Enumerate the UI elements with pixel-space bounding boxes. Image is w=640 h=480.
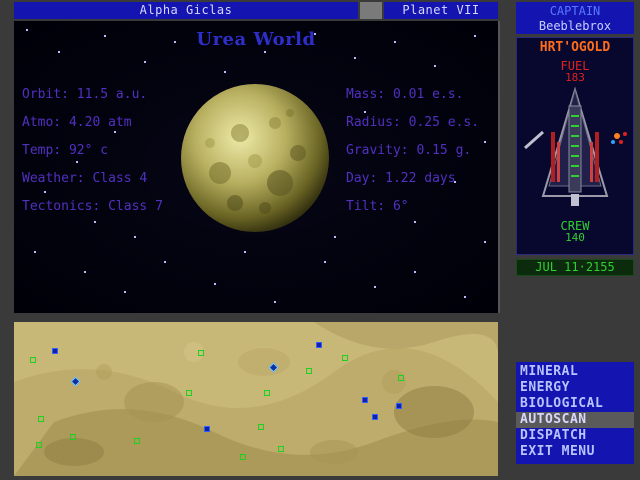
- lifeform-marker[interactable]: [316, 342, 322, 348]
- star: [484, 241, 486, 243]
- menu-item-mineral[interactable]: MINERAL: [516, 364, 634, 380]
- star: [484, 141, 486, 143]
- star: [76, 161, 78, 163]
- menu-item-biological[interactable]: BIOLOGICAL: [516, 396, 634, 412]
- scan-menu: MINERAL ENERGY BIOLOGICAL AUTOSCAN DISPA…: [516, 362, 634, 464]
- menu-item-exit[interactable]: EXIT MENU: [516, 444, 634, 460]
- star: [264, 51, 266, 53]
- star: [324, 261, 326, 263]
- star: [58, 51, 60, 53]
- menu-item-energy[interactable]: ENERGY: [516, 380, 634, 396]
- game-screen: Alpha Giclas Planet VII Urea World Orbit…: [0, 0, 640, 480]
- star: [244, 251, 246, 253]
- ship-name: HRT'OGOLD: [539, 40, 611, 55]
- stat-temp: Temp: 92° c: [22, 143, 109, 158]
- star: [414, 221, 416, 223]
- surface-terrain: [14, 322, 498, 476]
- mineral-marker[interactable]: [134, 438, 140, 444]
- surface-map[interactable]: [14, 322, 498, 476]
- ship-status: HRT'OGOLD FUEL 183 CREW 140: [516, 37, 634, 255]
- stat-tectonics: Tectonics: Class 7: [22, 199, 163, 214]
- star: [84, 271, 86, 273]
- planet-view: Urea World Orbit: 11.5 a.u. Atmo: 4.20 a…: [14, 21, 500, 313]
- planet-globe[interactable]: [180, 83, 330, 233]
- planet-label-bar: Planet VII: [384, 2, 498, 19]
- stat-mass: Mass: 0.01 e.s.: [346, 87, 464, 102]
- star: [34, 251, 36, 253]
- mineral-marker[interactable]: [70, 434, 76, 440]
- star: [274, 301, 276, 303]
- planet-name: Urea World: [196, 29, 316, 50]
- lifeform-marker[interactable]: [372, 414, 378, 420]
- mineral-marker[interactable]: [198, 350, 204, 356]
- lifeform-marker[interactable]: [362, 397, 368, 403]
- star: [124, 291, 126, 293]
- status-panel: CAPTAIN Beeblebrox HRT'OGOLD FUEL 183 CR…: [512, 0, 640, 480]
- star: [144, 61, 146, 63]
- mineral-marker[interactable]: [186, 390, 192, 396]
- star: [434, 65, 436, 67]
- mineral-marker[interactable]: [30, 357, 36, 363]
- mineral-marker[interactable]: [398, 375, 404, 381]
- star: [44, 191, 46, 193]
- stat-gravity: Gravity: 0.15 g.: [346, 143, 472, 158]
- mineral-marker[interactable]: [258, 424, 264, 430]
- stat-atmo: Atmo: 4.20 atm: [22, 115, 132, 130]
- star: [354, 57, 356, 59]
- star: [114, 131, 116, 133]
- star: [464, 296, 466, 298]
- star: [224, 71, 226, 73]
- system-name: Alpha Giclas: [139, 3, 233, 17]
- mineral-marker[interactable]: [264, 390, 270, 396]
- star: [414, 271, 416, 273]
- mineral-marker[interactable]: [36, 442, 42, 448]
- header-divider: [360, 2, 382, 19]
- planet-label: Planet VII: [402, 3, 480, 17]
- star: [214, 283, 216, 285]
- mineral-marker[interactable]: [278, 446, 284, 452]
- menu-item-dispatch[interactable]: DISPATCH: [516, 428, 634, 444]
- mineral-marker[interactable]: [342, 355, 348, 361]
- star: [94, 221, 96, 223]
- mineral-marker[interactable]: [306, 368, 312, 374]
- ship-diagram: [524, 86, 627, 206]
- fuel-value: 183: [565, 71, 585, 84]
- lifeform-marker[interactable]: [204, 426, 210, 432]
- star: [164, 261, 166, 263]
- star: [374, 286, 376, 288]
- captain-box: CAPTAIN Beeblebrox: [516, 2, 634, 34]
- lifeform-marker[interactable]: [52, 348, 58, 354]
- lifeform-marker[interactable]: [396, 403, 402, 409]
- mineral-marker[interactable]: [38, 416, 44, 422]
- captain-name: Beeblebrox: [538, 19, 612, 33]
- stat-radius: Radius: 0.25 e.s.: [346, 115, 480, 130]
- stat-tilt: Tilt: 6°: [346, 199, 409, 214]
- menu-item-autoscan[interactable]: AUTOSCAN: [516, 412, 634, 428]
- mineral-marker[interactable]: [240, 454, 246, 460]
- star: [334, 236, 336, 238]
- captain-label: CAPTAIN: [549, 4, 601, 18]
- star: [364, 111, 366, 113]
- star: [134, 236, 136, 238]
- stardate: JUL 11·2155: [516, 259, 634, 276]
- stat-weather: Weather: Class 4: [22, 171, 148, 186]
- stat-orbit: Orbit: 11.5 a.u.: [22, 87, 148, 102]
- system-name-bar: Alpha Giclas: [14, 2, 358, 19]
- crew-value: 140: [565, 231, 585, 244]
- stat-day: Day: 1.22 days: [346, 171, 456, 186]
